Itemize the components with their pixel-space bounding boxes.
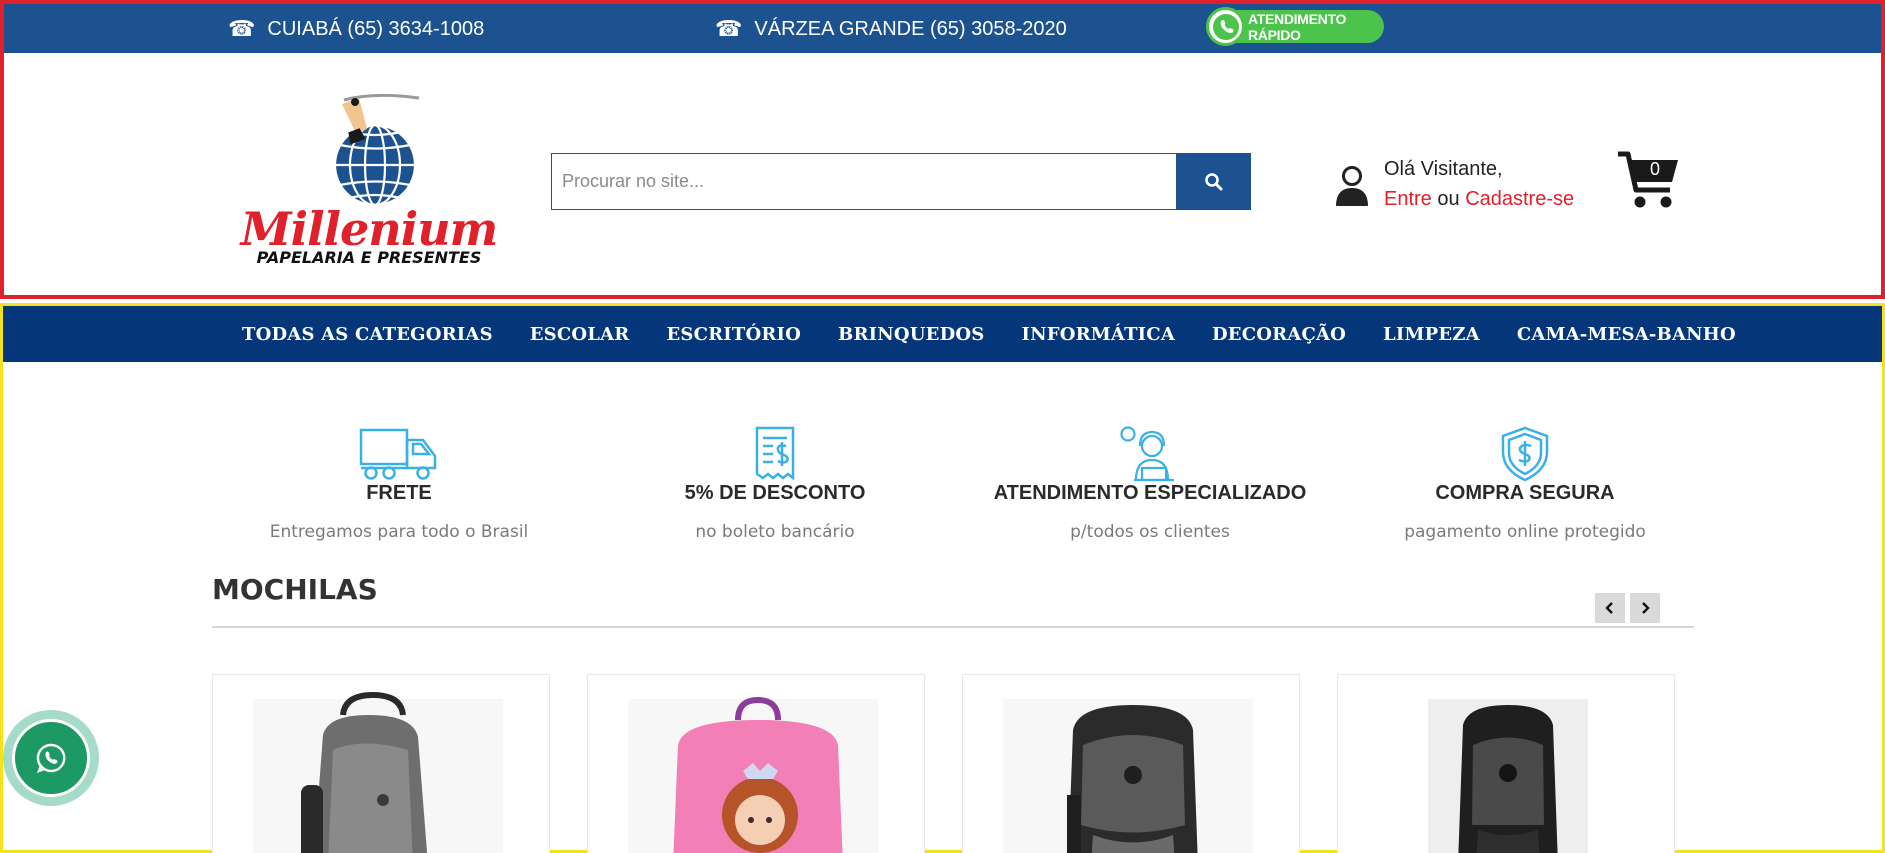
feature-atendimento: ATENDIMENTO ESPECIALIZADO p/todos os cli… [970,426,1330,542]
feature-subtitle: pagamento online protegido [1404,522,1646,542]
nav-item-brinquedos[interactable]: BRINQUEDOS [838,324,984,345]
phone-label: CUIABÁ (65) 3634-1008 [267,17,485,40]
feature-title: COMPRA SEGURA [1435,482,1615,504]
truck-icon [359,428,437,480]
site-header: ☎ CUIABÁ (65) 3634-1008 ☎ VÁRZEA GRANDE … [0,0,1885,299]
carousel-next-button[interactable] [1630,593,1660,623]
feature-title: ATENDIMENTO ESPECIALIZADO [993,482,1307,504]
cart-button[interactable]: 0 [1616,150,1680,212]
search-input[interactable] [551,153,1177,210]
store-logo[interactable]: Millenium PAPELARIA E PRESENTES [224,90,514,272]
feature-subtitle: no boleto bancário [695,522,855,542]
register-link[interactable]: Cadastre-se [1465,188,1574,210]
user-icon [1336,166,1368,206]
whatsapp-floating-button[interactable] [3,710,99,806]
carousel-prev-button[interactable] [1595,593,1625,623]
nav-item-cama-mesa-banho[interactable]: CAMA-MESA-BANHO [1517,324,1736,345]
chevron-left-icon [1605,602,1613,614]
section-title: MOCHILAS [212,573,378,606]
phone-icon: ☎ [228,16,256,41]
product-card[interactable] [587,674,925,853]
cart-icon [1618,151,1678,208]
feature-compra-segura: COMPRA SEGURA pagamento online protegido [1345,426,1705,542]
phone-cuiaba[interactable]: ☎ CUIABÁ (65) 3634-1008 [228,16,484,42]
receipt-icon [755,426,795,481]
whatsapp-quick-service-button[interactable]: ATENDIMENTO RÁPIDO [1206,7,1384,46]
feature-frete: FRETE Entregamos para todo o Brasil [219,426,579,542]
search-button[interactable] [1177,153,1251,210]
phone-label: VÁRZEA GRANDE (65) 3058-2020 [754,17,1067,40]
chevron-right-icon [1642,602,1650,614]
backpack-gray-image [253,691,503,853]
category-nav: TODAS AS CATEGORIAS ESCOLAR ESCRITÓRIO B… [3,306,1882,362]
page: ☎ CUIABÁ (65) 3634-1008 ☎ VÁRZEA GRANDE … [0,0,1885,853]
backpack-black-gray-image [1003,699,1253,853]
account-area: Olá Visitante, Entre ou Cadastre-se [1334,154,1574,214]
product-card[interactable] [962,674,1300,853]
greeting: Olá Visitante, [1384,158,1503,180]
nav-item-decoracao[interactable]: DECORAÇÃO [1212,324,1346,345]
account-text: Olá Visitante, Entre ou Cadastre-se [1384,154,1574,214]
feature-desconto: 5% DE DESCONTO no boleto bancário [595,426,955,542]
phone-varzea-grande[interactable]: ☎ VÁRZEA GRANDE (65) 3058-2020 [715,16,1067,42]
cart-count: 0 [1650,159,1661,179]
product-card[interactable] [1337,674,1675,853]
product-card[interactable] [212,674,550,853]
feature-subtitle: Entregamos para todo o Brasil [269,522,529,542]
whatsapp-label: ATENDIMENTO RÁPIDO [1248,10,1347,43]
logo-tagline: PAPELARIA E PRESENTES [256,248,482,267]
backpack-pink-princess-image [628,696,878,853]
whatsapp-icon [1206,7,1245,46]
search-icon [1205,172,1223,190]
section-divider [212,626,1694,628]
top-bar: ☎ CUIABÁ (65) 3634-1008 ☎ VÁRZEA GRANDE … [4,4,1881,53]
feature-title: 5% DE DESCONTO [684,482,866,504]
whatsapp-icon [36,743,66,774]
shield-dollar-icon [1501,426,1549,482]
feature-subtitle: p/todos os clientes [1070,522,1230,542]
main-content: TODAS AS CATEGORIAS ESCOLAR ESCRITÓRIO B… [0,303,1885,853]
nav-item-informatica[interactable]: INFORMÁTICA [1021,324,1175,345]
nav-item-limpeza[interactable]: LIMPEZA [1383,324,1480,345]
nav-item-all-categories[interactable]: TODAS AS CATEGORIAS [242,324,493,345]
backpack-black-image [1428,699,1588,853]
search-form [551,153,1251,210]
feature-title: FRETE [366,482,432,504]
support-agent-icon [1120,426,1174,482]
globe-pencil-logo-icon [333,93,420,207]
nav-item-escritorio[interactable]: ESCRITÓRIO [666,324,801,345]
separator-text: ou [1437,188,1460,210]
phone-icon: ☎ [715,16,743,41]
nav-item-escolar[interactable]: ESCOLAR [530,324,630,345]
login-link[interactable]: Entre [1384,188,1432,210]
